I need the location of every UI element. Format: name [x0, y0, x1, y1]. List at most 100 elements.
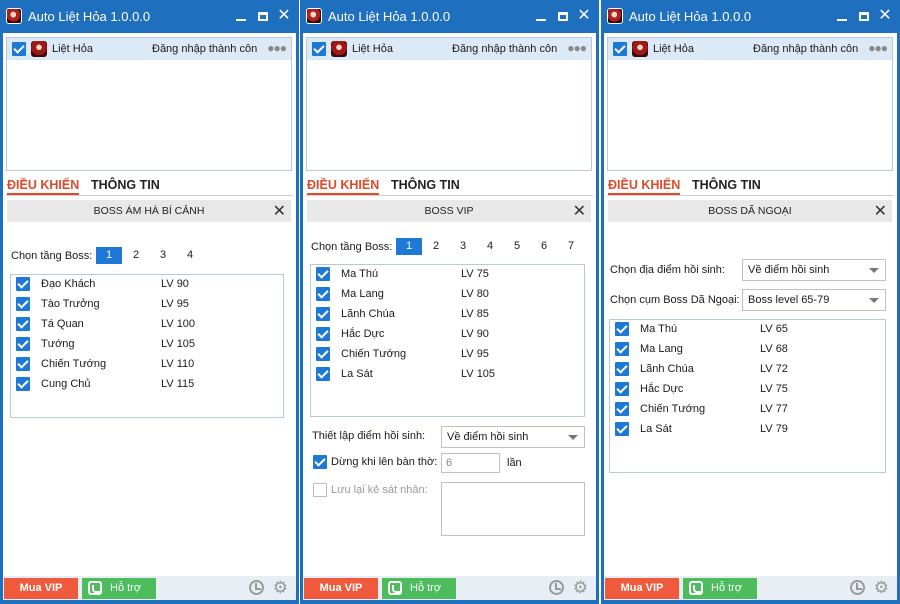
more-options-icon[interactable]: ●●●: [567, 41, 587, 55]
boss-checkbox[interactable]: [316, 327, 330, 341]
boss-checkbox[interactable]: [316, 267, 330, 281]
list-item[interactable]: Tá Quan LV 100: [11, 315, 283, 335]
support-button[interactable]: Hỗ trợ: [82, 578, 156, 599]
boss-checkbox[interactable]: [316, 367, 330, 381]
section-close-icon[interactable]: ✕: [273, 201, 286, 221]
account-row[interactable]: Liệt Hỏa Đăng nhập thành côn ●●●: [7, 38, 291, 60]
close-button[interactable]: ✕: [275, 7, 293, 25]
tab-info[interactable]: THÔNG TIN: [91, 178, 160, 192]
list-item[interactable]: Hắc Dực LV 90: [311, 325, 584, 345]
boss-checkbox[interactable]: [615, 322, 629, 336]
list-item[interactable]: Tướng LV 105: [11, 335, 283, 355]
list-item[interactable]: Chiến Tướng LV 110: [11, 355, 283, 375]
floor-button-6[interactable]: 6: [531, 238, 557, 255]
gear-icon[interactable]: ⚙: [874, 579, 889, 596]
list-item[interactable]: Hắc Dực LV 75: [610, 380, 885, 400]
tab-control[interactable]: ĐIỀU KHIỂN: [7, 178, 80, 195]
boss-checkbox[interactable]: [16, 337, 30, 351]
floor-button-5[interactable]: 5: [504, 238, 530, 255]
stop-count-field[interactable]: [441, 453, 500, 473]
section-close-icon[interactable]: ✕: [874, 201, 887, 221]
history-icon[interactable]: [549, 580, 564, 595]
section-close-icon[interactable]: ✕: [573, 201, 586, 221]
floor-button-3[interactable]: 3: [150, 247, 176, 264]
list-item[interactable]: Ma Lang LV 68: [610, 340, 885, 360]
maximize-button[interactable]: [855, 7, 873, 25]
boss-checkbox[interactable]: [615, 402, 629, 416]
window-content: Liệt Hỏa Đăng nhập thành côn ●●● ĐIỀU KH…: [3, 33, 296, 576]
save-killer-checkbox[interactable]: [313, 483, 327, 497]
history-icon[interactable]: [249, 580, 264, 595]
boss-checkbox[interactable]: [16, 277, 30, 291]
tab-control[interactable]: ĐIỀU KHIỂN: [608, 178, 681, 195]
more-options-icon[interactable]: ●●●: [267, 41, 287, 55]
tab-info[interactable]: THÔNG TIN: [692, 178, 761, 192]
list-item[interactable]: Ma Lang LV 80: [311, 285, 584, 305]
boss-checkbox[interactable]: [615, 422, 629, 436]
boss-checkbox[interactable]: [615, 382, 629, 396]
list-item[interactable]: La Sát LV 105: [311, 365, 584, 385]
gear-icon[interactable]: ⚙: [573, 579, 588, 596]
buy-vip-button[interactable]: Mua VIP: [605, 578, 679, 599]
list-item[interactable]: Chiến Tướng LV 95: [311, 345, 584, 365]
boss-checkbox[interactable]: [615, 342, 629, 356]
buy-vip-button[interactable]: Mua VIP: [4, 578, 78, 599]
list-item[interactable]: Cung Chủ LV 115: [11, 375, 283, 395]
respawn-select[interactable]: Về điểm hồi sinh: [441, 426, 585, 448]
floor-button-4[interactable]: 4: [177, 247, 203, 264]
boss-checkbox[interactable]: [316, 307, 330, 321]
stop-at-altar-checkbox[interactable]: [313, 455, 327, 469]
minimize-button[interactable]: [532, 7, 550, 25]
account-row[interactable]: Liệt Hỏa Đăng nhập thành côn ●●●: [608, 38, 892, 60]
list-item[interactable]: La Sát LV 79: [610, 420, 885, 440]
title-bar[interactable]: Auto Liệt Hỏa 1.0.0.0 ✕: [601, 0, 900, 33]
list-item[interactable]: Đạo Khách LV 90: [11, 275, 283, 295]
floor-button-3[interactable]: 3: [450, 238, 476, 255]
maximize-button[interactable]: [254, 7, 272, 25]
boss-checkbox[interactable]: [16, 317, 30, 331]
support-button[interactable]: Hỗ trợ: [683, 578, 757, 599]
list-item[interactable]: Lãnh Chúa LV 85: [311, 305, 584, 325]
tab-control[interactable]: ĐIỀU KHIỂN: [307, 178, 380, 195]
floor-button-4[interactable]: 4: [477, 238, 503, 255]
floor-button-1[interactable]: 1: [96, 247, 122, 264]
boss-checkbox[interactable]: [316, 347, 330, 361]
floor-button-7[interactable]: 7: [558, 238, 584, 255]
title-bar[interactable]: Auto Liệt Hỏa 1.0.0.0 ✕: [300, 0, 599, 33]
tab-info[interactable]: THÔNG TIN: [391, 178, 460, 192]
account-checkbox[interactable]: [312, 42, 326, 56]
minimize-button[interactable]: [833, 7, 851, 25]
list-item[interactable]: Ma Thú LV 75: [311, 265, 584, 285]
list-item[interactable]: Lãnh Chúa LV 72: [610, 360, 885, 380]
boss-checkbox[interactable]: [615, 362, 629, 376]
gear-icon[interactable]: ⚙: [273, 579, 288, 596]
account-checkbox[interactable]: [613, 42, 627, 56]
boss-list: Ma Thú LV 75 Ma Lang LV 80 Lãnh Chúa LV …: [310, 264, 585, 417]
killer-list-textarea[interactable]: [441, 482, 585, 536]
stop-count-input[interactable]: [442, 454, 499, 472]
close-button[interactable]: ✕: [876, 7, 894, 25]
list-item[interactable]: Chiến Tướng LV 77: [610, 400, 885, 420]
boss-checkbox[interactable]: [16, 377, 30, 391]
support-button[interactable]: Hỗ trợ: [382, 578, 456, 599]
close-button[interactable]: ✕: [575, 7, 593, 25]
list-item[interactable]: Ma Thú LV 65: [610, 320, 885, 340]
floor-button-2[interactable]: 2: [123, 247, 149, 264]
floor-button-2[interactable]: 2: [423, 238, 449, 255]
boss-cluster-select[interactable]: Boss level 65-79: [742, 289, 886, 311]
title-bar[interactable]: Auto Liệt Hỏa 1.0.0.0 ✕: [0, 0, 299, 33]
boss-checkbox[interactable]: [16, 297, 30, 311]
account-row[interactable]: Liệt Hỏa Đăng nhập thành côn ●●●: [307, 38, 591, 60]
boss-level: LV 115: [161, 378, 195, 390]
boss-checkbox[interactable]: [16, 357, 30, 371]
maximize-button[interactable]: [554, 7, 572, 25]
buy-vip-button[interactable]: Mua VIP: [304, 578, 378, 599]
floor-button-1[interactable]: 1: [396, 238, 422, 255]
history-icon[interactable]: [850, 580, 865, 595]
more-options-icon[interactable]: ●●●: [868, 41, 888, 55]
minimize-button[interactable]: [232, 7, 250, 25]
list-item[interactable]: Tào Trưởng LV 95: [11, 295, 283, 315]
respawn-select[interactable]: Về điểm hồi sinh: [742, 259, 886, 281]
boss-checkbox[interactable]: [316, 287, 330, 301]
account-checkbox[interactable]: [12, 42, 26, 56]
